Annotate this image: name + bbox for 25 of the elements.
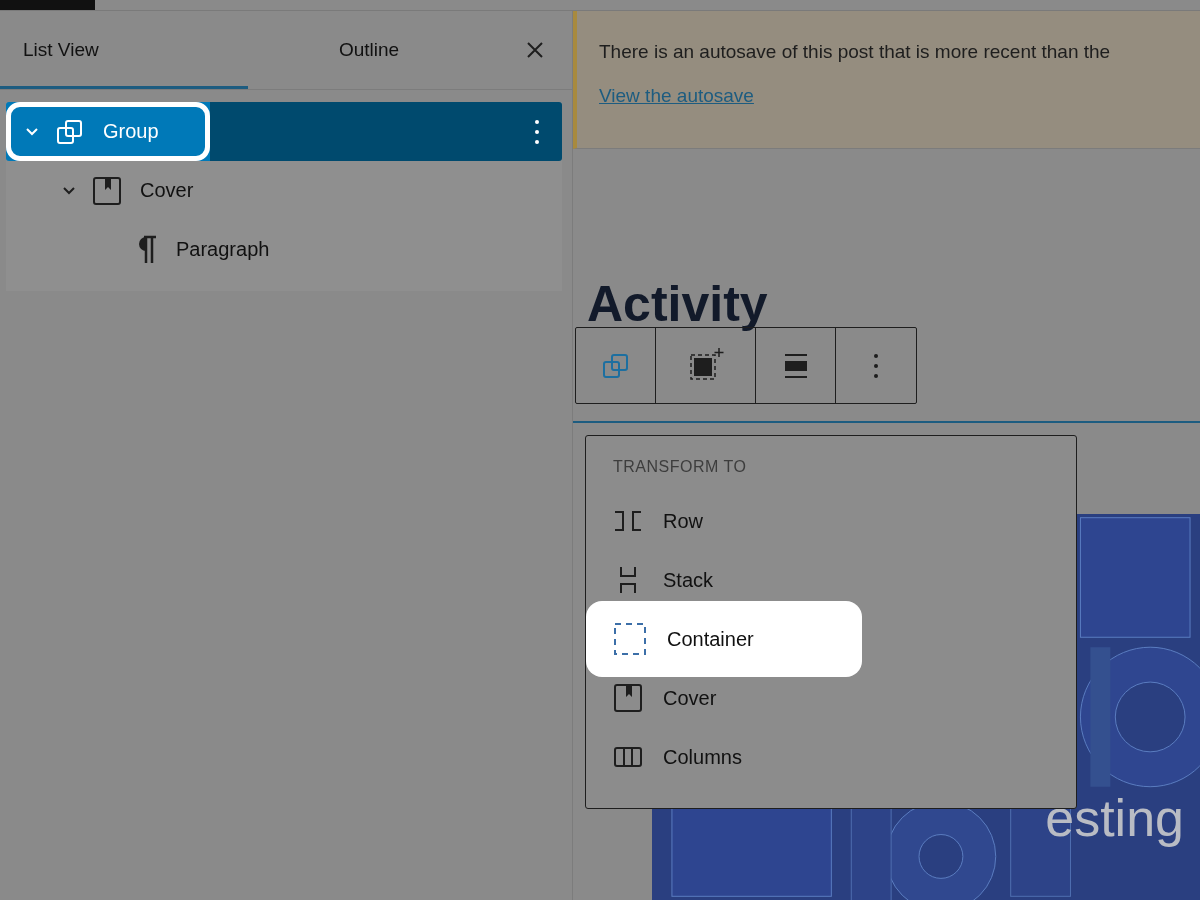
bookmark-square-icon <box>92 175 122 206</box>
bookmark-square-icon <box>613 683 643 713</box>
menu-title: TRANSFORM TO <box>613 458 748 476</box>
notice-text: There is an autosave of this post that is more recent than the <box>599 41 1112 63</box>
row-icon <box>613 509 643 533</box>
list-view-item[interactable]: Group <box>6 102 562 161</box>
menu-item[interactable]: Columns <box>586 735 1076 779</box>
list-view-item[interactable]: Paragraph <box>6 220 562 279</box>
item-label: Group <box>103 120 159 143</box>
dashed-square-icon <box>613 622 647 656</box>
page-heading: Activity <box>587 279 769 329</box>
menu-item[interactable]: Stack <box>586 558 1076 602</box>
menu-item[interactable]: Row <box>586 499 1076 543</box>
menu-item[interactable]: Container <box>586 601 862 677</box>
more-icon <box>534 118 540 145</box>
sidebar-tab[interactable]: List View <box>0 11 248 89</box>
cover-text: esting <box>1045 788 1184 848</box>
sidebar-tab[interactable]: Outline <box>248 11 496 89</box>
menu-item[interactable]: Cover <box>586 676 1076 720</box>
item-label: Paragraph <box>176 238 270 261</box>
columns-icon <box>613 745 643 769</box>
item-label: Cover <box>140 179 194 202</box>
more-icon <box>873 352 879 379</box>
list-view-item[interactable]: Cover <box>6 161 562 220</box>
close-icon <box>526 41 544 59</box>
